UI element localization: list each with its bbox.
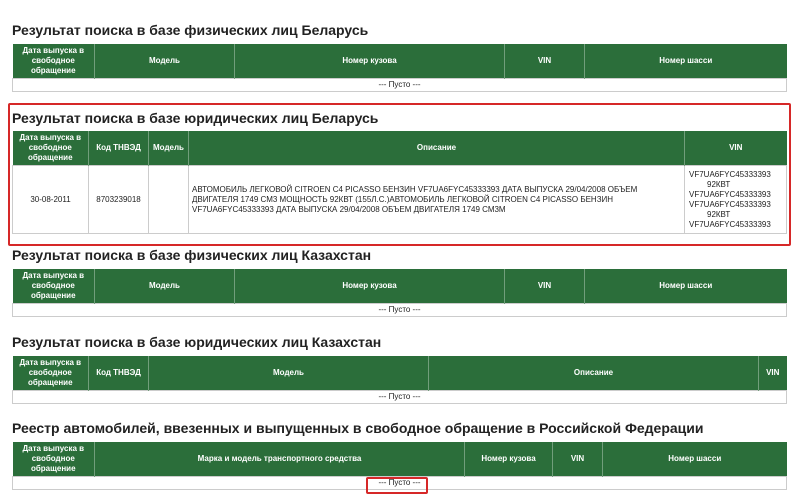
col-body-number: Номер кузова bbox=[234, 269, 505, 304]
col-release-date: Дата выпуска в свободное обращение bbox=[12, 356, 89, 391]
col-tnved-code: Код ТНВЭД bbox=[88, 356, 149, 391]
empty-message: --- Пусто --- bbox=[12, 303, 787, 317]
results-table: Дата выпуска в свободное обращение Код Т… bbox=[12, 356, 787, 404]
empty-message: --- Пусто --- bbox=[12, 390, 787, 404]
table-header: Дата выпуска в свободное обращение Марка… bbox=[12, 442, 787, 477]
col-make-model: Марка и модель транспортного средства bbox=[94, 442, 465, 477]
col-body-number: Номер кузова bbox=[464, 442, 553, 477]
col-vin: VIN bbox=[504, 269, 585, 304]
col-vin: VIN bbox=[552, 442, 603, 477]
col-chassis-number: Номер шасси bbox=[584, 44, 787, 79]
col-vin: VIN bbox=[758, 356, 787, 391]
col-release-date: Дата выпуска в свободное обращение bbox=[12, 442, 95, 477]
section-title: Результат поиска в базе юридических лиц … bbox=[12, 334, 382, 350]
col-model: Модель bbox=[94, 269, 235, 304]
section-title: Реестр автомобилей, ввезенных и выпущенн… bbox=[12, 420, 704, 436]
results-table: Дата выпуска в свободное обращение Модел… bbox=[12, 44, 787, 92]
table-row-empty: --- Пусто --- bbox=[12, 78, 787, 92]
col-model: Модель bbox=[148, 356, 429, 391]
col-release-date: Дата выпуска в свободное обращение bbox=[12, 269, 95, 304]
table-header: Дата выпуска в свободное обращение Модел… bbox=[12, 269, 787, 304]
highlight-box-empty-result bbox=[366, 477, 428, 494]
section-by-individuals: Результат поиска в базе физических лиц Б… bbox=[12, 22, 787, 92]
col-release-date: Дата выпуска в свободное обращение bbox=[12, 44, 95, 79]
table-row-empty: --- Пусто --- bbox=[12, 303, 787, 317]
highlight-box-legal-result bbox=[8, 103, 791, 246]
col-description: Описание bbox=[428, 356, 759, 391]
table-row-empty: --- Пусто --- bbox=[12, 390, 787, 404]
section-by-legal-entities-kz: Результат поиска в базе юридических лиц … bbox=[12, 334, 787, 404]
results-table: Дата выпуска в свободное обращение Модел… bbox=[12, 269, 787, 317]
table-header: Дата выпуска в свободное обращение Код Т… bbox=[12, 356, 787, 391]
table-header: Дата выпуска в свободное обращение Модел… bbox=[12, 44, 787, 79]
section-title: Результат поиска в базе физических лиц Б… bbox=[12, 22, 369, 38]
col-chassis-number: Номер шасси bbox=[584, 269, 787, 304]
col-body-number: Номер кузова bbox=[234, 44, 505, 79]
empty-message: --- Пусто --- bbox=[12, 78, 787, 92]
col-vin: VIN bbox=[504, 44, 585, 79]
section-by-individuals-kz: Результат поиска в базе физических лиц К… bbox=[12, 247, 787, 317]
col-model: Модель bbox=[94, 44, 235, 79]
col-chassis-number: Номер шасси bbox=[602, 442, 787, 477]
section-title: Результат поиска в базе физических лиц К… bbox=[12, 247, 372, 263]
